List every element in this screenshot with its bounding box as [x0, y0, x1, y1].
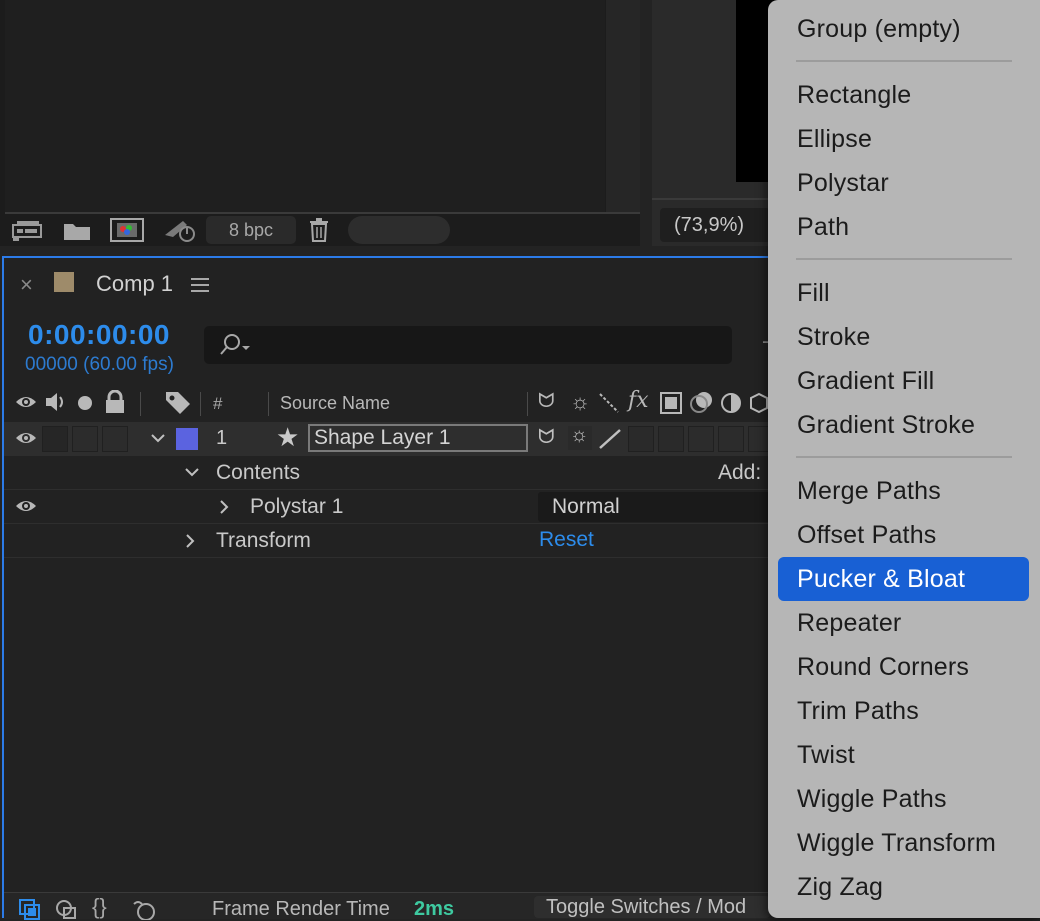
blend-mode-dropdown[interactable]: Normal — [538, 492, 778, 522]
3d-layer-header-icon — [750, 392, 768, 414]
layer-lock-toggle[interactable] — [102, 426, 128, 452]
polystar-visibility-eye-icon[interactable] — [14, 496, 38, 516]
layer-name-field[interactable]: Shape Layer 1 — [308, 424, 528, 452]
contents-row[interactable] — [4, 457, 802, 490]
shy-header-icon: ᗢ — [538, 390, 555, 412]
menu-item-pucker-bloat[interactable]: Pucker & Bloat — [778, 557, 1029, 601]
source-name-column-header[interactable]: Source Name — [280, 393, 390, 414]
transform-expand-chevron-icon[interactable] — [184, 533, 196, 549]
menu-item-polystar[interactable]: Polystar — [778, 161, 1029, 205]
label-header-icon — [164, 390, 192, 416]
audio-header-icon — [44, 390, 68, 414]
panel-menu-icon[interactable] — [190, 276, 210, 294]
header-divider — [527, 392, 528, 416]
collapse-switch-icon: ☼ — [570, 424, 589, 446]
collapse-header-icon: ☼ — [570, 389, 591, 414]
comp-tab-title[interactable]: Comp 1 — [96, 271, 173, 297]
frame-blend-header-icon — [660, 392, 682, 414]
menu-item-group-empty[interactable]: Group (empty) — [778, 7, 1029, 51]
menu-item-path[interactable]: Path — [778, 205, 1029, 249]
adjustment-layer-header-icon — [720, 392, 742, 414]
current-timecode[interactable]: 0:00:00:00 — [28, 319, 170, 351]
menu-item-gradient-fill[interactable]: Gradient Fill — [778, 359, 1029, 403]
menu-item-twist[interactable]: Twist — [778, 733, 1029, 777]
video-switch-header-icon — [14, 392, 38, 412]
contents-chevron-icon[interactable] — [184, 466, 200, 478]
layer-audio-toggle[interactable] — [42, 426, 68, 452]
layer-collapse-switch[interactable]: ☼ — [568, 424, 592, 450]
reset-link[interactable]: Reset — [539, 528, 594, 552]
menu-item-zig-zag[interactable]: Zig Zag — [778, 865, 1029, 909]
layer-motion-blur-switch[interactable] — [688, 426, 714, 452]
menu-item-stroke[interactable]: Stroke — [778, 315, 1029, 359]
layer-shy-switch-icon[interactable]: ᗢ — [538, 426, 555, 449]
render-queue-icon[interactable] — [160, 216, 200, 244]
menu-item-gradient-stroke[interactable]: Gradient Stroke — [778, 403, 1029, 447]
search-icon — [216, 332, 252, 358]
effects-header-icon: fx — [628, 388, 649, 413]
layer-visibility-eye-icon[interactable] — [14, 428, 38, 448]
menu-item-wiggle-transform[interactable]: Wiggle Transform — [778, 821, 1029, 865]
layer-quality-switch-icon[interactable] — [598, 428, 622, 450]
project-list-area — [5, 0, 605, 212]
frame-info: 00000 (60.00 fps) — [25, 354, 174, 375]
menu-item-merge-paths[interactable]: Merge Paths — [778, 469, 1029, 513]
motion-blur-toggle-icon[interactable] — [130, 898, 158, 920]
menu-item-round-corners[interactable]: Round Corners — [778, 645, 1029, 689]
menu-item-offset-paths[interactable]: Offset Paths — [778, 513, 1029, 557]
comp-mini-flowchart-icon[interactable] — [18, 898, 42, 920]
viewer-divider — [652, 198, 782, 200]
header-divider — [268, 392, 269, 416]
header-divider — [200, 392, 201, 416]
layer-search-input[interactable] — [204, 326, 732, 364]
close-tab-icon[interactable]: × — [20, 272, 33, 298]
menu-item-wiggle-paths[interactable]: Wiggle Paths — [778, 777, 1029, 821]
menu-item-ellipse[interactable]: Ellipse — [778, 117, 1029, 161]
expressions-icon[interactable]: {} — [92, 894, 107, 920]
project-divider — [5, 212, 640, 214]
menu-separator — [796, 258, 1012, 260]
menu-item-repeater[interactable]: Repeater — [778, 601, 1029, 645]
number-column-header: # — [213, 394, 223, 413]
menu-item-rectangle[interactable]: Rectangle — [778, 73, 1029, 117]
polystar-label[interactable]: Polystar 1 — [250, 495, 343, 519]
bpc-button[interactable]: 8 bpc — [206, 216, 296, 244]
new-folder-icon[interactable] — [60, 218, 94, 244]
layer-solo-toggle[interactable] — [72, 426, 98, 452]
menu-item-fill[interactable]: Fill — [778, 271, 1029, 315]
layer-number: 1 — [216, 427, 228, 449]
menu-separator — [796, 60, 1012, 62]
transform-row[interactable] — [4, 524, 802, 558]
lock-header-icon — [104, 390, 126, 414]
layer-frame-blend-switch[interactable] — [658, 426, 684, 452]
trash-icon[interactable] — [304, 216, 334, 244]
layer-adjustment-switch[interactable] — [718, 426, 744, 452]
motion-blur-header-icon — [688, 390, 714, 414]
contents-label: Contents — [216, 461, 301, 484]
menu-separator — [796, 456, 1012, 458]
polystar-expand-chevron-icon[interactable] — [218, 499, 230, 515]
add-shape-menu: Group (empty) Rectangle Ellipse Polystar Pat… — [768, 0, 1040, 918]
composition-viewer: (73,9%) — [652, 0, 782, 246]
draft-3d-icon[interactable] — [54, 898, 78, 920]
layer-expand-chevron-icon[interactable] — [150, 432, 166, 444]
header-divider — [140, 392, 141, 416]
interpret-footage-icon[interactable] — [10, 218, 46, 244]
menu-item-trim-paths[interactable]: Trim Paths — [778, 689, 1029, 733]
transform-label: Transform — [216, 529, 311, 552]
toggle-switches-modes-button[interactable]: Toggle Switches / Mod — [534, 896, 770, 918]
new-composition-icon[interactable] — [108, 216, 146, 244]
shape-layer-star-icon: ★ — [276, 422, 300, 452]
zoom-dropdown[interactable]: (73,9%) — [660, 208, 770, 242]
project-scrollbar[interactable] — [606, 0, 640, 212]
layer-effects-switch[interactable] — [628, 426, 654, 452]
project-horizontal-scrollbar[interactable] — [348, 216, 450, 244]
solo-header-icon — [78, 396, 92, 410]
quality-header-icon — [598, 392, 620, 414]
add-shape-button[interactable]: Add: — [718, 461, 761, 485]
project-panel: 8 bpc — [0, 0, 640, 246]
layer-label-color[interactable] — [176, 428, 198, 450]
comp-label-swatch — [54, 272, 74, 292]
